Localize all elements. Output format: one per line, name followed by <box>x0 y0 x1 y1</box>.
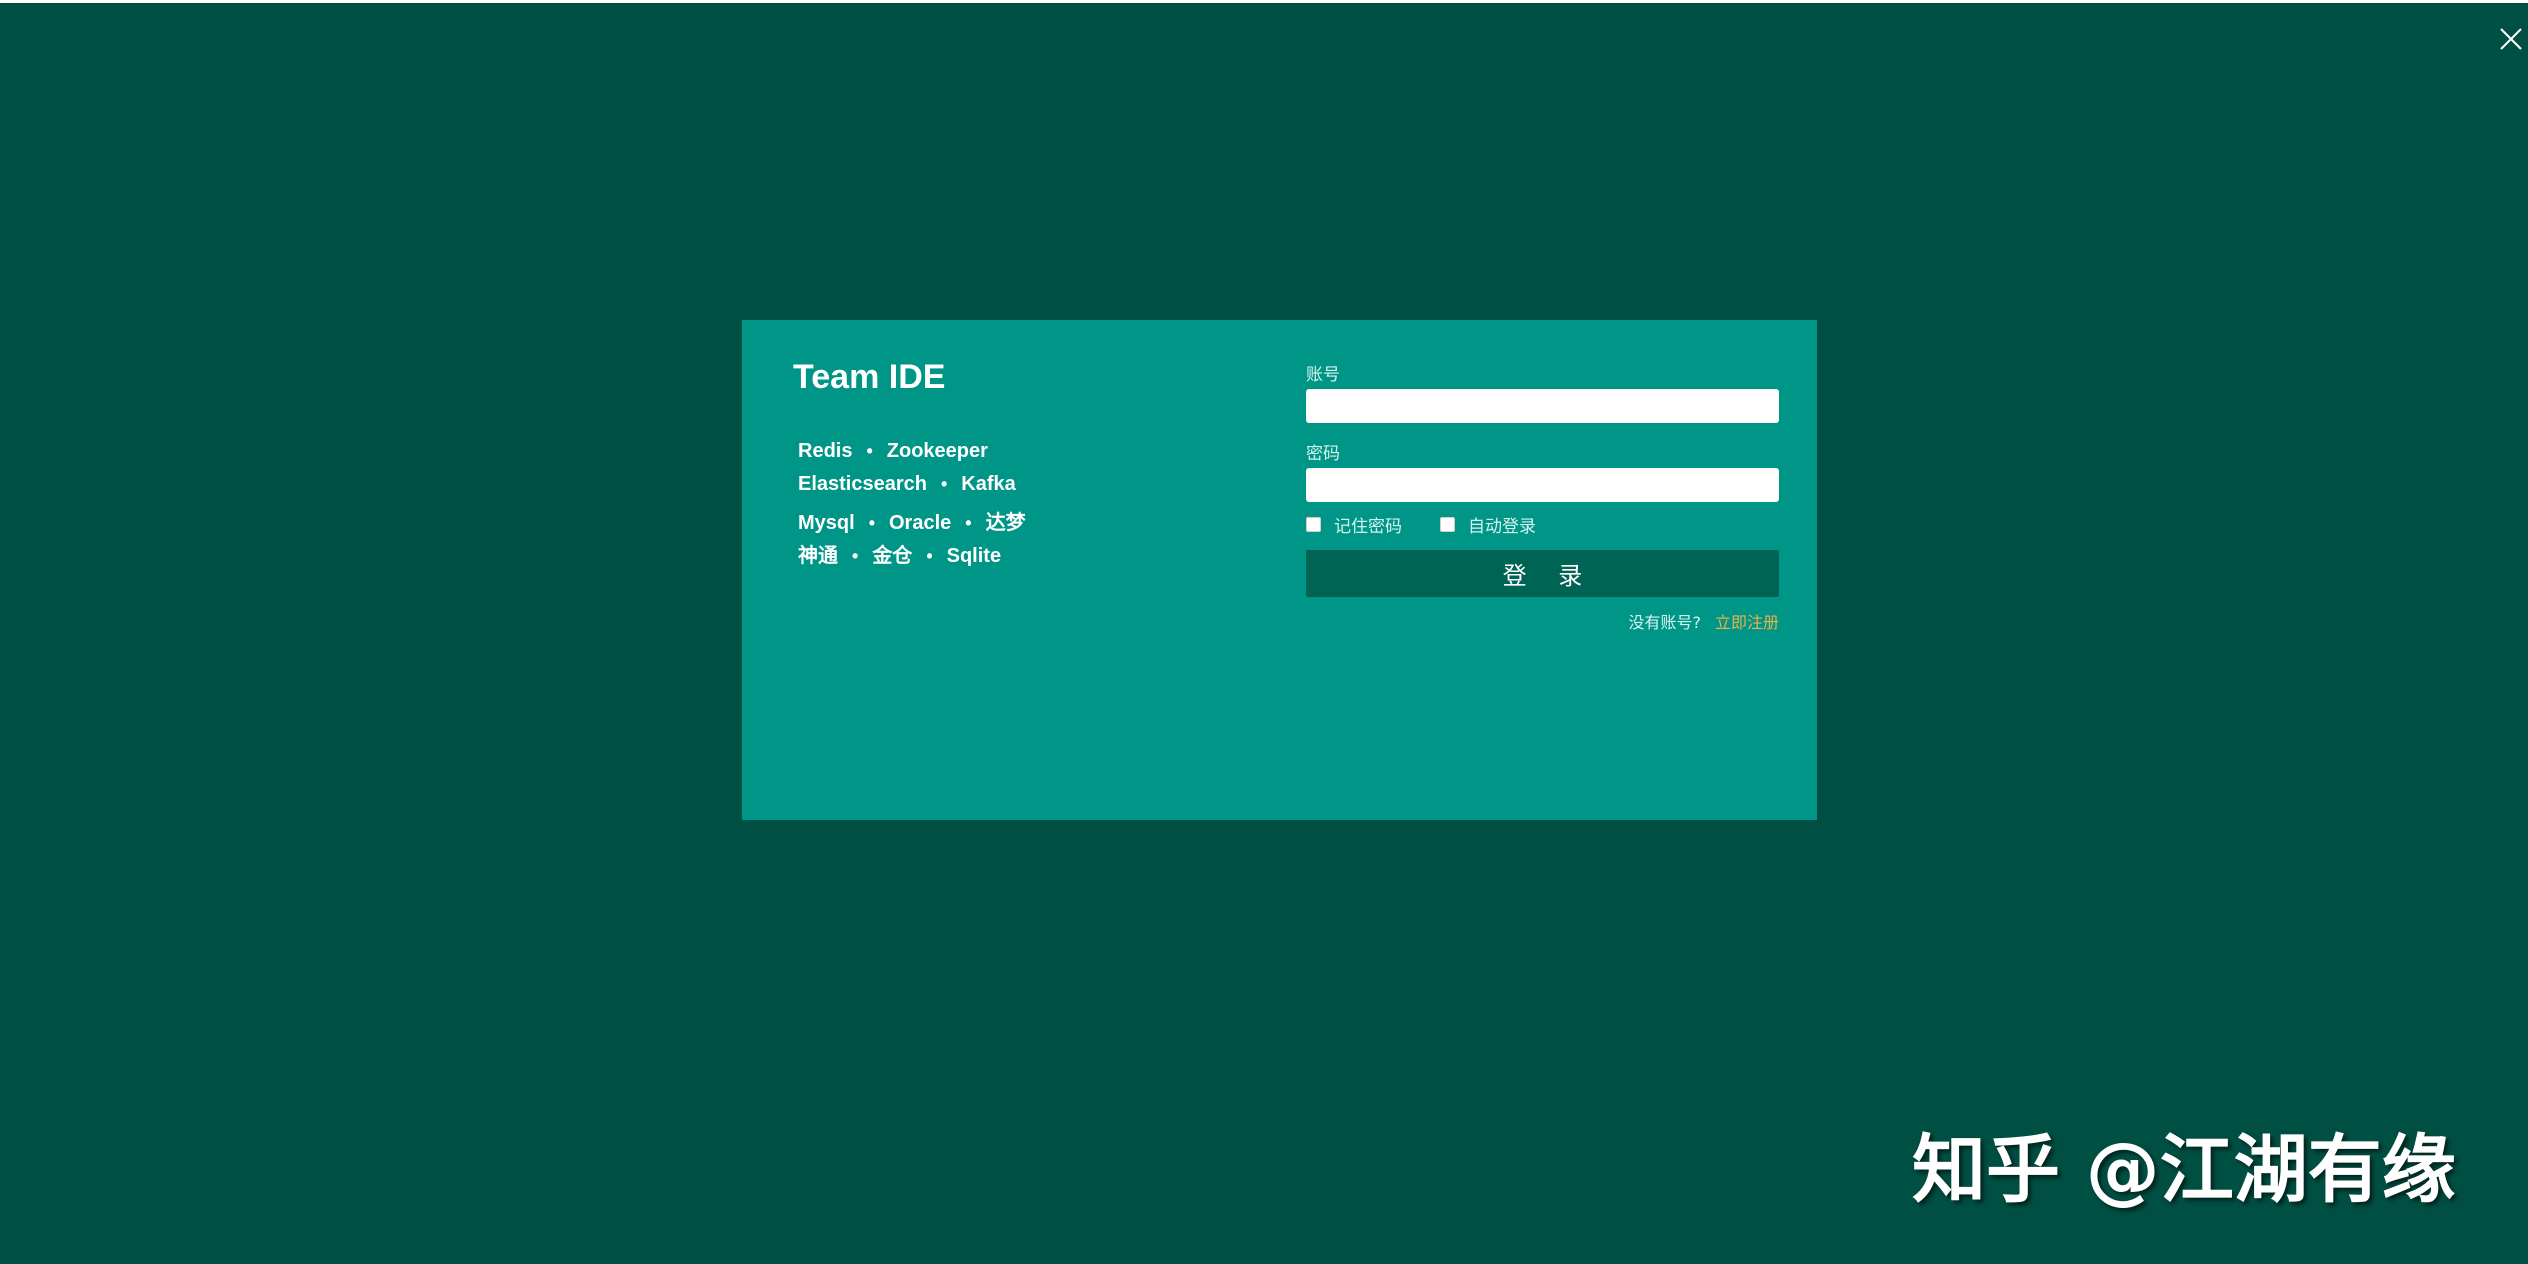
remember-password-checkbox[interactable] <box>1306 516 1321 532</box>
close-button[interactable] <box>2494 22 2528 56</box>
no-account-text: 没有账号? <box>1628 613 1701 632</box>
remember-password-option[interactable]: 记住密码 <box>1306 512 1402 537</box>
app-title: Team IDE <box>793 358 946 396</box>
tech-item: Oracle <box>889 512 952 534</box>
tech-item: Sqlite <box>946 545 1002 567</box>
bullet-icon: • <box>852 546 859 566</box>
login-card: Team IDE Redis • Zookeeper Elasticsearch • K… <box>742 320 1817 820</box>
tech-line: Elasticsearch • Kafka <box>798 473 1026 506</box>
remember-password-label: 记住密码 <box>1334 516 1402 537</box>
tech-item: Redis <box>798 440 853 462</box>
window-top-border <box>0 0 2528 3</box>
bullet-icon: • <box>868 513 875 533</box>
account-input[interactable] <box>1306 389 1779 423</box>
auto-login-label: 自动登录 <box>1468 516 1536 537</box>
tech-line: 神通 • 金仓 • Sqlite <box>798 539 1026 572</box>
tech-item: Kafka <box>961 473 1016 495</box>
register-row: 没有账号? 立即注册 <box>1306 609 1779 633</box>
auto-login-option[interactable]: 自动登录 <box>1440 512 1536 537</box>
close-icon <box>2500 28 2522 50</box>
bullet-icon: • <box>965 513 972 533</box>
register-link[interactable]: 立即注册 <box>1715 613 1779 632</box>
tech-item: Mysql <box>798 512 855 534</box>
tech-item: Zookeeper <box>886 440 988 462</box>
bullet-icon: • <box>940 474 948 494</box>
bullet-icon: • <box>866 441 873 461</box>
login-form: 账号 密码 记住密码 自动登录 登 录 没有账号? 立即注册 <box>1306 364 1779 633</box>
auto-login-checkbox[interactable] <box>1440 516 1455 532</box>
tech-item: 神通 <box>798 545 838 567</box>
login-button-label: 登 录 <box>1502 562 1595 590</box>
tech-line: Redis • Zookeeper <box>798 440 1026 473</box>
account-label: 账号 <box>1306 365 1340 385</box>
password-label: 密码 <box>1306 444 1340 464</box>
login-button[interactable]: 登 录 <box>1306 550 1779 597</box>
supported-tech-list: Redis • Zookeeper Elasticsearch • Kafka Mysq… <box>798 440 1026 572</box>
watermark: 知乎 @江湖有缘 <box>1912 1127 2456 1213</box>
password-input[interactable] <box>1306 468 1779 502</box>
tech-item: 达梦 <box>985 512 1026 534</box>
bullet-icon: • <box>926 546 933 566</box>
tech-line: Mysql • Oracle • 达梦 <box>798 506 1026 539</box>
options-row: 记住密码 自动登录 <box>1306 512 1779 537</box>
tech-item: 金仓 <box>872 545 913 567</box>
tech-item: Elasticsearch <box>798 473 927 495</box>
